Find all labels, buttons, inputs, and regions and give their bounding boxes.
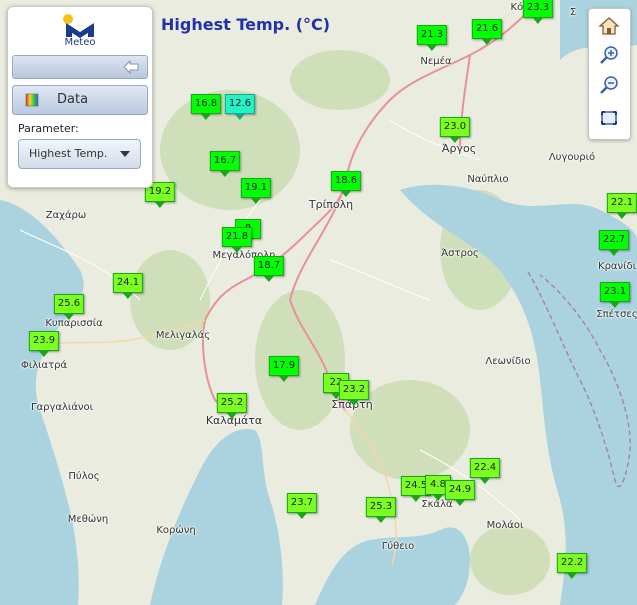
place-label: Άργος — [441, 142, 477, 155]
station-marker[interactable]: 25.2 — [216, 393, 248, 419]
collapse-panel-button[interactable] — [12, 55, 148, 79]
place-label: Μολάοι — [486, 520, 524, 531]
parameter-label: Parameter: — [18, 122, 79, 135]
station-value: 22.4 — [469, 458, 501, 478]
place-label: Σπέτσες — [596, 309, 637, 320]
station-value: 18.6 — [330, 171, 362, 191]
zoom-out-icon — [600, 76, 618, 94]
station-marker[interactable]: 18.7 — [253, 256, 285, 282]
palette-icon — [25, 93, 39, 107]
station-marker[interactable]: 12.6 — [224, 94, 256, 120]
station-marker[interactable]: 21.3 — [416, 25, 448, 51]
station-value: 25.6 — [53, 294, 85, 314]
caret-down-icon — [120, 151, 130, 157]
station-value: 22.7 — [598, 230, 630, 250]
station-value: 22.2 — [556, 553, 588, 573]
station-marker[interactable]: 21.6 — [471, 19, 503, 45]
logo-text: Meteo — [64, 37, 96, 48]
station-value: 21.8 — [221, 227, 253, 247]
place-label: Πύλος — [68, 471, 100, 482]
place-label: Ναύπλιο — [467, 174, 509, 185]
station-marker[interactable]: 16.8 — [190, 94, 222, 120]
zoom-in-button[interactable] — [596, 43, 622, 69]
map-toolbar — [588, 8, 631, 140]
station-value: 23.9 — [28, 331, 60, 351]
station-marker[interactable]: 23.1 — [599, 282, 631, 308]
station-value: 23.1 — [599, 282, 631, 302]
station-marker[interactable]: 23.9 — [28, 331, 60, 357]
station-marker[interactable]: 22.1 — [606, 193, 637, 219]
station-marker[interactable]: 23.7 — [286, 493, 318, 519]
place-label: Νεμέα — [420, 56, 452, 67]
place-label: Λεωνίδιο — [485, 356, 531, 367]
control-panel: Meteo Data Parameter: Highest Temp. — [7, 6, 153, 188]
arrow-left-icon — [123, 60, 139, 74]
zoom-in-icon — [600, 46, 618, 64]
station-marker[interactable]: 21.8 — [221, 227, 253, 253]
data-tab-label: Data — [57, 92, 89, 107]
zoom-extent-button[interactable] — [596, 105, 622, 131]
station-marker[interactable]: 19.1 — [240, 178, 272, 204]
place-label: Μεθώνη — [67, 514, 109, 525]
station-value: 24.9 — [444, 480, 476, 500]
station-value: 21.6 — [471, 19, 503, 39]
map-title: Highest Temp. (°C) — [161, 15, 331, 34]
place-label: Μελιγαλάς — [155, 330, 211, 341]
station-value: 25.3 — [365, 497, 397, 517]
station-value: 23.2 — [338, 380, 370, 400]
station-marker[interactable]: 25.3 — [365, 497, 397, 523]
station-marker[interactable]: 18.6 — [330, 171, 362, 197]
data-tab[interactable]: Data — [12, 85, 148, 115]
station-marker[interactable]: 16.7 — [209, 151, 241, 177]
place-label: Κορώνη — [156, 525, 196, 536]
place-label: Κρανίδι — [598, 261, 636, 272]
station-marker[interactable]: 23.0 — [439, 117, 471, 143]
station-value: 25.2 — [216, 393, 248, 413]
station-value: 16.7 — [209, 151, 241, 171]
station-value: 17.9 — [268, 356, 300, 376]
place-label: Φιλιατρά — [20, 360, 68, 371]
station-value: 12.6 — [224, 94, 256, 114]
station-marker[interactable]: 24.9 — [444, 480, 476, 506]
station-value: 24.1 — [112, 273, 144, 293]
station-value: 18.7 — [253, 256, 285, 276]
place-label: Ζαχάρω — [45, 210, 87, 221]
station-marker[interactable]: 23.2 — [338, 380, 370, 406]
station-marker[interactable]: 22.2 — [556, 553, 588, 579]
place-label: Γαργαλιάνοι — [30, 402, 94, 413]
place-label: Λυγουριό — [548, 152, 596, 163]
parameter-select-value: Highest Temp. — [29, 147, 108, 160]
station-marker[interactable]: 25.6 — [53, 294, 85, 320]
station-marker[interactable]: 23.3 — [522, 0, 554, 24]
station-value: 23.3 — [522, 0, 554, 18]
station-marker[interactable]: 22.7 — [598, 230, 630, 256]
station-marker[interactable]: 24.1 — [112, 273, 144, 299]
station-value: 23.0 — [439, 117, 471, 137]
place-label: Σ — [569, 7, 577, 18]
home-button[interactable] — [596, 13, 622, 39]
zoom-extent-icon — [601, 111, 617, 125]
station-value: 22.1 — [606, 193, 637, 213]
home-icon — [598, 17, 620, 35]
place-label: Γύθειο — [381, 541, 415, 552]
station-value: 16.8 — [190, 94, 222, 114]
station-value: 19.1 — [240, 178, 272, 198]
place-label: Τρίπολη — [308, 198, 354, 211]
station-marker[interactable]: 17.9 — [268, 356, 300, 382]
place-label: Άστρος — [441, 248, 479, 259]
station-value: 23.7 — [286, 493, 318, 513]
parameter-select[interactable]: Highest Temp. — [18, 139, 141, 169]
zoom-out-button[interactable] — [596, 73, 622, 99]
station-value: 21.3 — [416, 25, 448, 45]
